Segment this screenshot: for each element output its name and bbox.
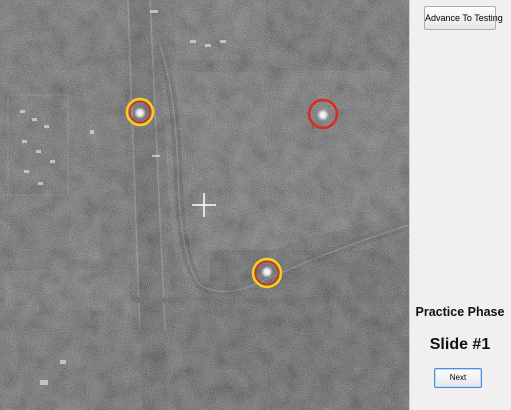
sar-image[interactable] [0,0,409,410]
sar-image-view[interactable] [0,0,409,410]
annotation-window: Advance To Testing Practice Phase Slide … [0,0,511,410]
phase-label: Practice Phase [415,305,505,319]
next-button[interactable]: Next [434,368,482,388]
slide-label: Slide #1 [429,336,491,353]
target-blip [317,109,329,121]
target-blip [261,266,273,278]
target-blip [134,107,146,119]
side-panel: Advance To Testing Practice Phase Slide … [409,0,511,410]
advance-to-testing-button[interactable]: Advance To Testing [424,6,503,30]
